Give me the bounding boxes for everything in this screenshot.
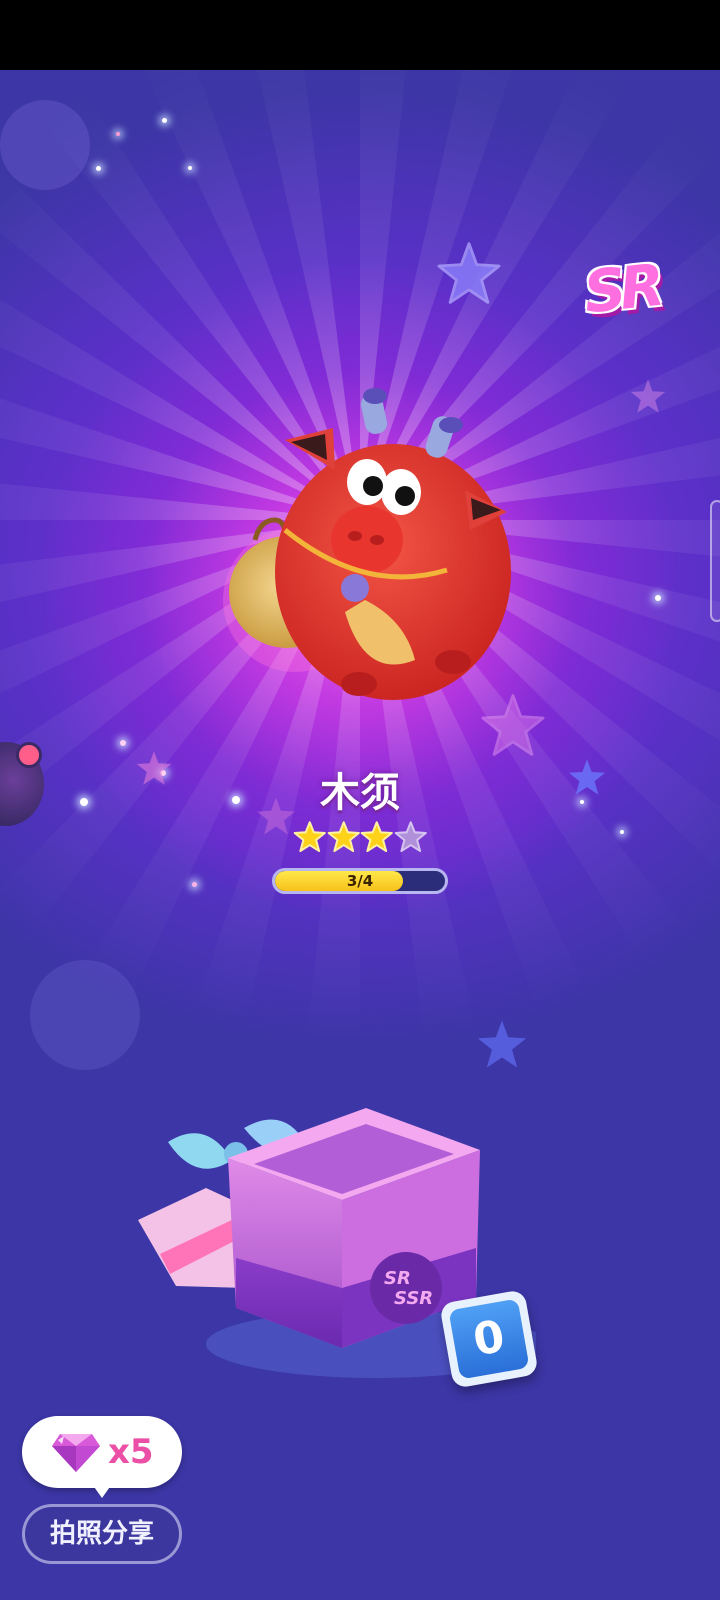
notification-dot (16, 742, 42, 768)
draw-counter-badge: 0 (439, 1289, 539, 1389)
decor-star-icon (630, 379, 666, 413)
sparkle (620, 830, 624, 834)
decor-star-icon (568, 759, 606, 795)
progress-text: 3/4 (346, 872, 374, 890)
status-bar (0, 0, 720, 70)
share-photo-button[interactable]: 拍照分享 (22, 1504, 182, 1564)
bokeh-circle (0, 100, 90, 190)
rarity-badge: SR (580, 251, 662, 327)
sparkle (580, 800, 584, 804)
star-filled-icon (327, 821, 360, 853)
svg-text:SSR: SSR (394, 1288, 433, 1309)
star-filled-icon (360, 821, 393, 853)
sparkle (116, 132, 120, 136)
sparkle (120, 740, 126, 746)
star-rating (293, 820, 427, 856)
sparkle (655, 595, 661, 601)
game-screen: SR 木须 3/4 SR SSR 0 x5 拍照分享 (0, 0, 720, 1600)
edge-handle[interactable] (710, 500, 720, 622)
gem-icon (52, 1434, 100, 1472)
decor-star-icon (136, 751, 172, 785)
sparkle (188, 166, 192, 170)
star-empty-icon (394, 821, 427, 853)
upgrade-progress-bar: 3/4 (272, 868, 448, 894)
reward-count: x5 (108, 1432, 154, 1472)
sparkle (80, 798, 88, 806)
sparkle (162, 118, 167, 123)
reward-bubble: x5 (22, 1416, 182, 1488)
reward-bubble-tail (92, 1484, 112, 1498)
character-name: 木须 (320, 770, 400, 816)
bokeh-circle (30, 960, 140, 1070)
sparkle (232, 796, 240, 804)
box-label: SR (384, 1268, 411, 1289)
decor-star-icon (437, 242, 501, 304)
decor-star-icon (477, 1020, 527, 1068)
star-filled-icon (293, 821, 326, 853)
character-illustration (223, 388, 511, 700)
sparkle (192, 882, 197, 887)
sparkle (96, 166, 101, 171)
draw-counter-value: 0 (448, 1298, 530, 1380)
